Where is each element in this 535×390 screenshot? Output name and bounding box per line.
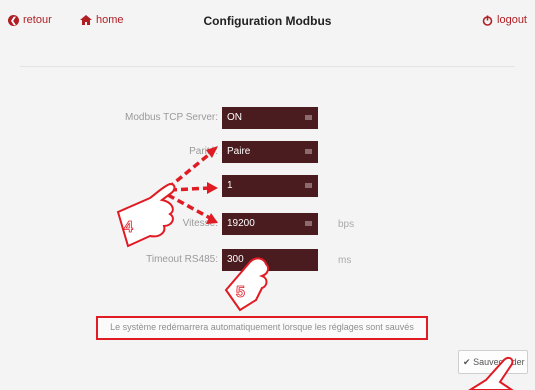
modbus-tcp-select[interactable]: ON	[222, 107, 318, 129]
speed-select[interactable]: 19200	[222, 213, 318, 235]
modbus-tcp-row: Modbus TCP Server: ON	[0, 107, 535, 131]
parity-row: Parité: Paire	[0, 141, 535, 165]
timeout-row: Timeout RS485: 300 ms	[0, 249, 535, 273]
dropdown-handle-icon	[305, 221, 312, 226]
timeout-value: 300	[227, 254, 244, 265]
divider	[20, 66, 515, 67]
timeout-input[interactable]: 300	[222, 249, 318, 271]
speed-value: 19200	[227, 218, 255, 229]
save-label: Sauvegarder	[473, 357, 525, 367]
save-button[interactable]: ✔ Sauvegarder	[458, 350, 528, 374]
parity-label: Parité:	[189, 146, 218, 157]
modbus-tcp-label: Modbus TCP Server:	[124, 112, 218, 123]
logout-link[interactable]: logout	[482, 14, 527, 26]
modbus-tcp-value: ON	[227, 112, 242, 123]
timeout-label: Timeout RS485:	[146, 254, 218, 265]
logout-label: logout	[497, 14, 527, 26]
parity-select[interactable]: Paire	[222, 141, 318, 163]
restart-notice: Le système redémarrera automatiquement l…	[96, 316, 428, 340]
power-icon	[482, 15, 493, 26]
parity-value: Paire	[227, 146, 251, 157]
stop-bits-value: 1	[227, 180, 233, 191]
speed-label: Vitesse:	[182, 218, 218, 229]
dropdown-handle-icon	[305, 149, 312, 154]
step-5-label: 5	[236, 284, 245, 301]
stop-bits-row: 1	[0, 175, 535, 199]
checkmark-icon: ✔	[463, 357, 471, 367]
timeout-unit: ms	[338, 255, 352, 266]
top-bar: ❮ retour home Configuration Modbus logou…	[0, 0, 535, 40]
stop-bits-select[interactable]: 1	[222, 175, 318, 197]
dropdown-handle-icon	[305, 115, 312, 120]
speed-row: Vitesse: 19200 bps	[0, 213, 535, 237]
dropdown-handle-icon	[305, 183, 312, 188]
page-title: Configuration Modbus	[203, 14, 332, 28]
speed-unit: bps	[338, 219, 355, 230]
